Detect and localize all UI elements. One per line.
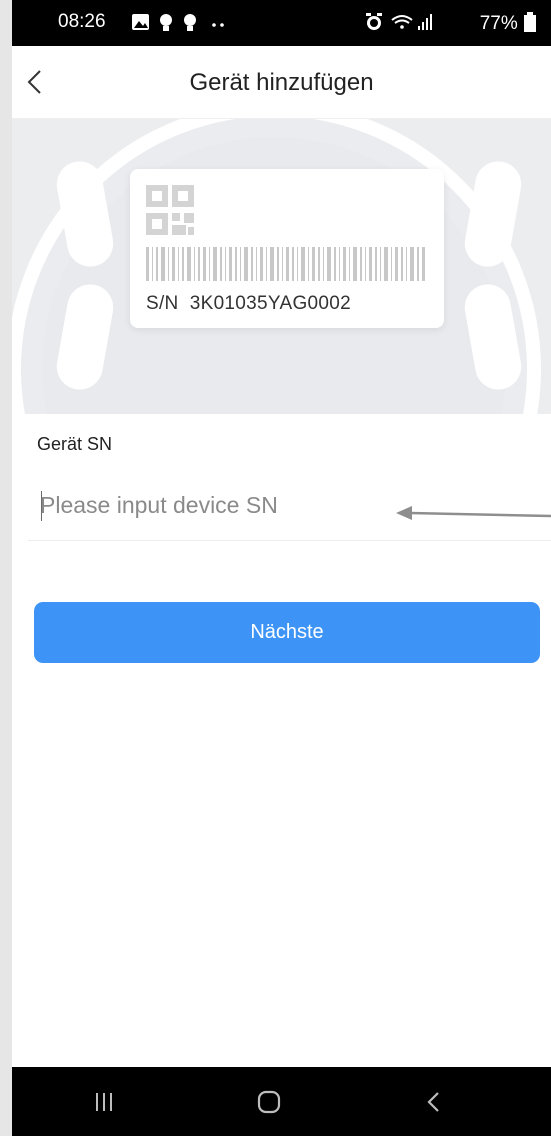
phone-screen: 08:26 77% Gerät hinzufügen S/N 3K01035YA… — [12, 0, 551, 1136]
more-dots-icon — [212, 23, 224, 27]
status-notification-icons — [132, 14, 224, 31]
status-bar: 08:26 77% — [12, 0, 551, 46]
page-title: Gerät hinzufügen — [189, 69, 374, 96]
bulb-icon — [160, 14, 172, 31]
sn-label-card: S/N 3K01035YAG0002 — [130, 169, 444, 328]
gallery-icon — [132, 14, 149, 30]
status-system-icons — [365, 13, 432, 30]
device-illustration: S/N 3K01035YAG0002 — [12, 119, 551, 414]
battery-percent: 77% — [479, 13, 518, 34]
app-header: Gerät hinzufügen — [12, 46, 551, 119]
recent-apps-icon[interactable] — [94, 1087, 114, 1117]
next-button[interactable]: Nächste — [34, 602, 540, 663]
home-icon[interactable] — [256, 1087, 284, 1117]
bulb-icon — [184, 14, 196, 31]
alarm-icon — [365, 13, 382, 30]
system-nav-bar — [12, 1067, 551, 1136]
serial-number-example: S/N 3K01035YAG0002 — [146, 293, 351, 314]
status-right: 77% — [364, 10, 537, 35]
signal-icon — [417, 14, 432, 30]
battery-icon — [524, 12, 536, 32]
back-icon[interactable] — [424, 1087, 444, 1117]
input-divider — [28, 540, 551, 541]
device-sn-label: Gerät SN — [37, 434, 113, 454]
wifi-icon — [391, 15, 413, 29]
qr-code-icon — [146, 185, 194, 235]
status-time: 08:26 — [58, 11, 106, 32]
text-caret — [41, 491, 42, 521]
barcode-icon — [146, 247, 425, 281]
arrow-left-icon — [396, 506, 551, 520]
